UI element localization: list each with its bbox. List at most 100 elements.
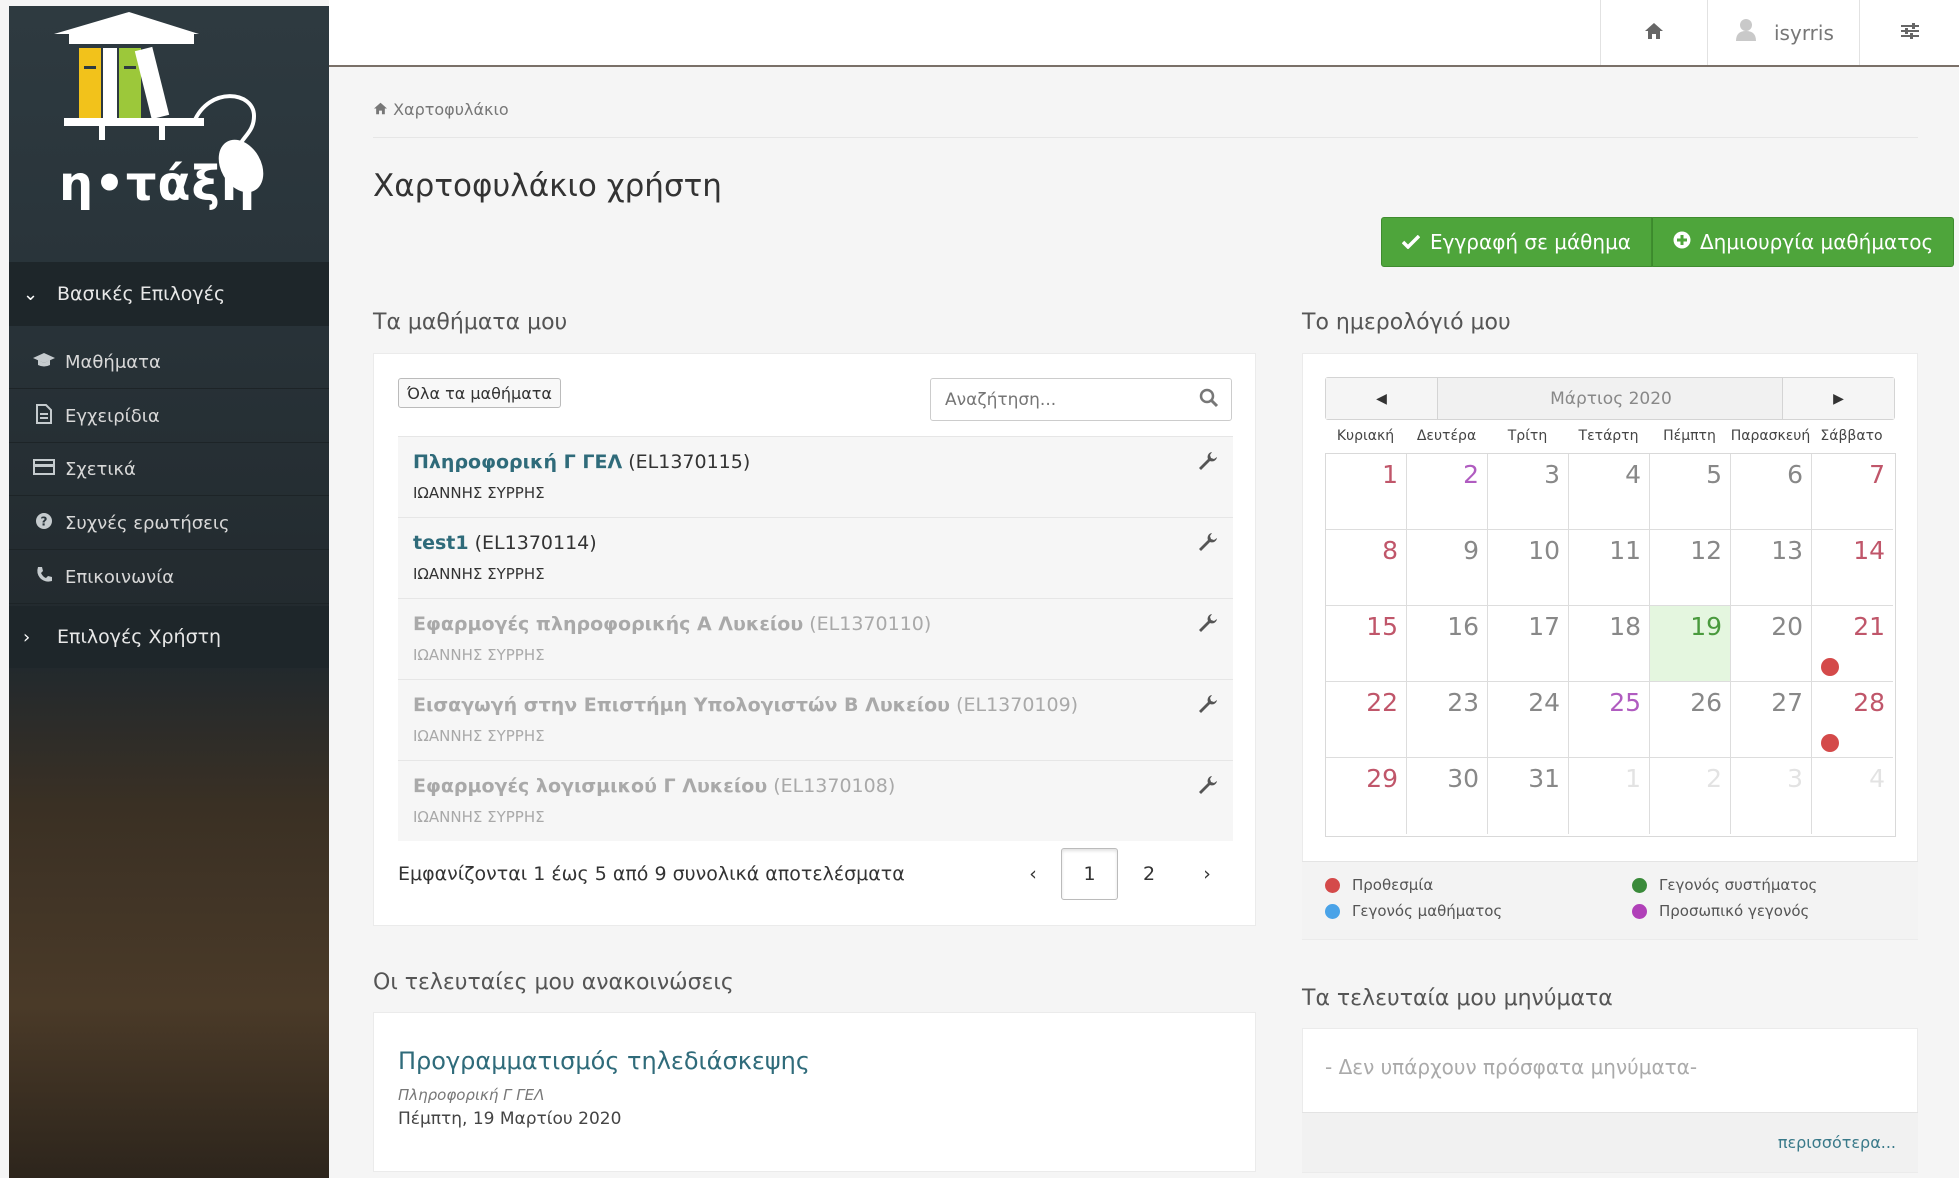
pager-page-2[interactable]: 2 (1125, 848, 1173, 900)
check-icon (1401, 230, 1421, 254)
calendar-day[interactable]: 11 (1569, 530, 1650, 606)
calendar-day[interactable]: 24 (1488, 682, 1569, 758)
calendar-day-today[interactable]: 19 (1650, 606, 1731, 682)
sidebar-item-contact[interactable]: Επικοινωνία (9, 551, 329, 604)
sliders-icon (1900, 21, 1920, 45)
calendar-day[interactable]: 2 (1407, 454, 1488, 530)
sidebar-item-faq[interactable]: ? Συχνές ερωτήσεις (9, 497, 329, 550)
calendar-day-other-month[interactable]: 1 (1569, 758, 1650, 834)
calendar-day[interactable]: 30 (1407, 758, 1488, 834)
calendar-day[interactable]: 26 (1650, 682, 1731, 758)
course-title-link[interactable]: test1 (413, 532, 469, 554)
calendar-day[interactable]: 12 (1650, 530, 1731, 606)
course-title-link[interactable]: Πληροφορική Γ ΓΕΛ (413, 451, 622, 473)
calendar-day[interactable]: 31 (1488, 758, 1569, 834)
day-number: 5 (1706, 460, 1722, 489)
caret-right-icon: ▶ (1833, 390, 1844, 407)
deadline-event-dot[interactable] (1821, 734, 1839, 752)
sidebar-group-user[interactable]: › Επιλογές Χρήστη (9, 606, 329, 668)
calendar-day[interactable]: 21 (1812, 606, 1893, 682)
breadcrumb[interactable]: Χαρτοφυλάκιο (373, 100, 509, 119)
legend-deadline: Προθεσμία (1325, 876, 1433, 894)
register-course-button[interactable]: Εγγραφή σε μάθημα (1381, 217, 1652, 267)
announcement-date: Πέμπτη, 19 Μαρτίου 2020 (398, 1109, 622, 1129)
deadline-event-dot[interactable] (1821, 658, 1839, 676)
calendar-day[interactable]: 27 (1731, 682, 1812, 758)
pager-page-1[interactable]: 1 (1061, 848, 1118, 900)
calendar-month: Μάρτιος 2020 (1550, 388, 1672, 409)
course-professor: ΙΩΑΝΝΗΣ ΣΥΡΡΗΣ (413, 646, 545, 664)
calendar-day[interactable]: 5 (1650, 454, 1731, 530)
all-courses-button[interactable]: Όλα τα μαθήματα (398, 378, 561, 408)
phone-icon (29, 566, 59, 589)
calendar-day[interactable]: 7 (1812, 454, 1893, 530)
wrench-icon[interactable] (1198, 775, 1218, 801)
calendar-day[interactable]: 20 (1731, 606, 1812, 682)
day-number: 21 (1853, 612, 1885, 641)
calendar-day[interactable]: 14 (1812, 530, 1893, 606)
pager-prev[interactable]: ‹ (1010, 848, 1056, 900)
user-menu[interactable]: isyrris (1707, 0, 1859, 65)
calendar-day[interactable]: 15 (1326, 606, 1407, 682)
pager-next[interactable]: › (1184, 848, 1230, 900)
announcement-title-link[interactable]: Προγραμματισμός τηλεδιάσκεψης (398, 1047, 810, 1075)
course-title-link[interactable]: Εφαρμογές πληροφορικής Α Λυκείου (413, 613, 803, 635)
home-button[interactable] (1600, 0, 1707, 65)
wrench-icon[interactable] (1198, 451, 1218, 477)
calendar-day[interactable]: 3 (1488, 454, 1569, 530)
calendar-day[interactable]: 13 (1731, 530, 1812, 606)
user-icon (1736, 18, 1756, 47)
app-logo[interactable]: η•τάξη (9, 6, 329, 261)
chevron-down-icon: ⌄ (23, 283, 39, 305)
calendar-day-other-month[interactable]: 3 (1731, 758, 1812, 834)
calendar-day[interactable]: 17 (1488, 606, 1569, 682)
calendar-day[interactable]: 25 (1569, 682, 1650, 758)
calendar-day-other-month[interactable]: 4 (1812, 758, 1893, 834)
course-professor: ΙΩΑΝΝΗΣ ΣΥΡΡΗΣ (413, 727, 545, 745)
search-input[interactable] (931, 379, 1181, 420)
course-row: Εισαγωγή στην Επιστήμη Υπολογιστών Β Λυκ… (398, 679, 1233, 760)
course-title-link[interactable]: Εφαρμογές λογισμικού Γ Λυκείου (413, 775, 767, 797)
course-code: (EL1370110) (809, 613, 932, 635)
course-search (930, 378, 1232, 421)
calendar-day[interactable]: 10 (1488, 530, 1569, 606)
calendar-day[interactable]: 28 (1812, 682, 1893, 758)
calendar-day[interactable]: 16 (1407, 606, 1488, 682)
calendar-day[interactable]: 6 (1731, 454, 1812, 530)
calendar-day[interactable]: 8 (1326, 530, 1407, 606)
calendar-day[interactable]: 9 (1407, 530, 1488, 606)
create-course-label: Δημιουργία μαθήματος (1700, 230, 1934, 254)
calendar-day[interactable]: 22 (1326, 682, 1407, 758)
calendar-day-other-month[interactable]: 2 (1650, 758, 1731, 834)
messages-footer: περισσότερα... (1302, 1112, 1918, 1172)
day-number: 8 (1382, 536, 1398, 565)
sidebar-item-about[interactable]: Σχετικά (9, 443, 329, 496)
legend-label: Γεγονός συστήματος (1659, 876, 1818, 894)
sidebar-item-manuals[interactable]: Εγχειρίδια (9, 390, 329, 443)
calendar-day[interactable]: 18 (1569, 606, 1650, 682)
wrench-icon[interactable] (1198, 613, 1218, 639)
day-number: 24 (1528, 688, 1560, 717)
create-course-button[interactable]: Δημιουργία μαθήματος (1652, 217, 1955, 267)
more-messages-link[interactable]: περισσότερα... (1778, 1133, 1896, 1152)
course-title-link[interactable]: Εισαγωγή στην Επιστήμη Υπολογιστών Β Λυκ… (413, 694, 950, 716)
course-row: Εφαρμογές λογισμικού Γ Λυκείου (EL137010… (398, 760, 1233, 841)
search-icon[interactable] (1199, 388, 1219, 413)
calendar-next-button[interactable]: ▶ (1782, 378, 1894, 419)
wrench-icon[interactable] (1198, 532, 1218, 558)
day-number: 2 (1706, 764, 1722, 793)
caret-left-icon: ◀ (1376, 390, 1387, 407)
sidebar-item-courses[interactable]: Μαθήματα (9, 336, 329, 389)
settings-button[interactable] (1859, 0, 1959, 65)
legend-personal-event: Προσωπικό γεγονός (1632, 902, 1809, 920)
svg-text:?: ? (41, 514, 48, 528)
sidebar-group-basic[interactable]: ⌄ Βασικές Επιλογές (9, 262, 329, 326)
wrench-icon[interactable] (1198, 694, 1218, 720)
legend-course-event: Γεγονός μαθήματος (1325, 902, 1502, 920)
calendar-prev-button[interactable]: ◀ (1326, 378, 1438, 419)
calendar-day[interactable]: 1 (1326, 454, 1407, 530)
calendar-day[interactable]: 4 (1569, 454, 1650, 530)
calendar-day[interactable]: 23 (1407, 682, 1488, 758)
calendar-day[interactable]: 29 (1326, 758, 1407, 834)
course-row: Πληροφορική Γ ΓΕΛ (EL1370115) ΙΩΑΝΝΗΣ ΣΥ… (398, 436, 1233, 517)
